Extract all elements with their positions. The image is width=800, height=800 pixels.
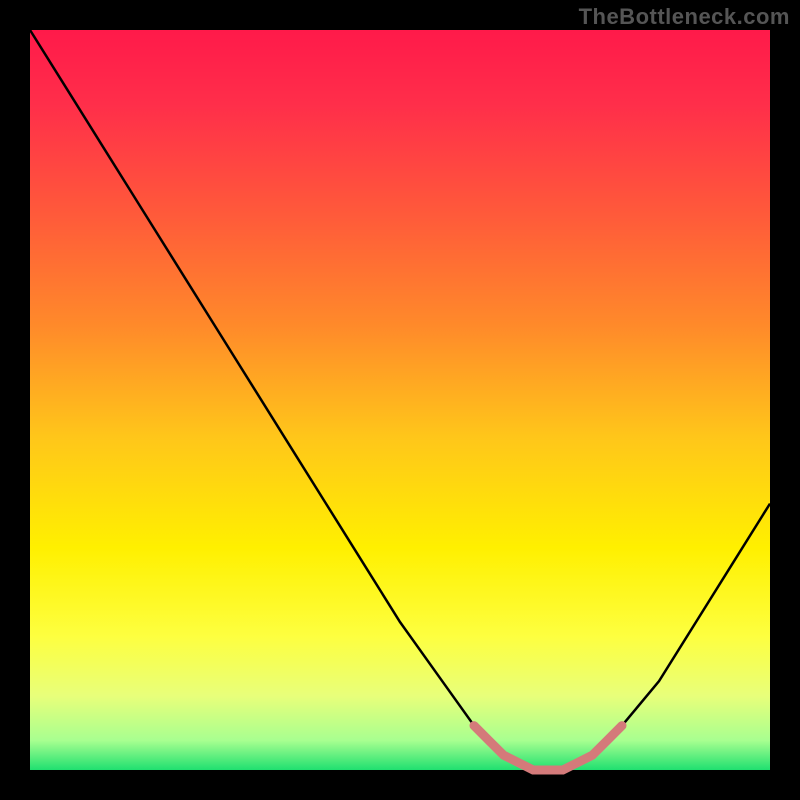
bottleneck-chart	[0, 0, 800, 800]
watermark-label: TheBottleneck.com	[579, 4, 790, 30]
chart-container: TheBottleneck.com	[0, 0, 800, 800]
plot-background	[30, 30, 770, 770]
